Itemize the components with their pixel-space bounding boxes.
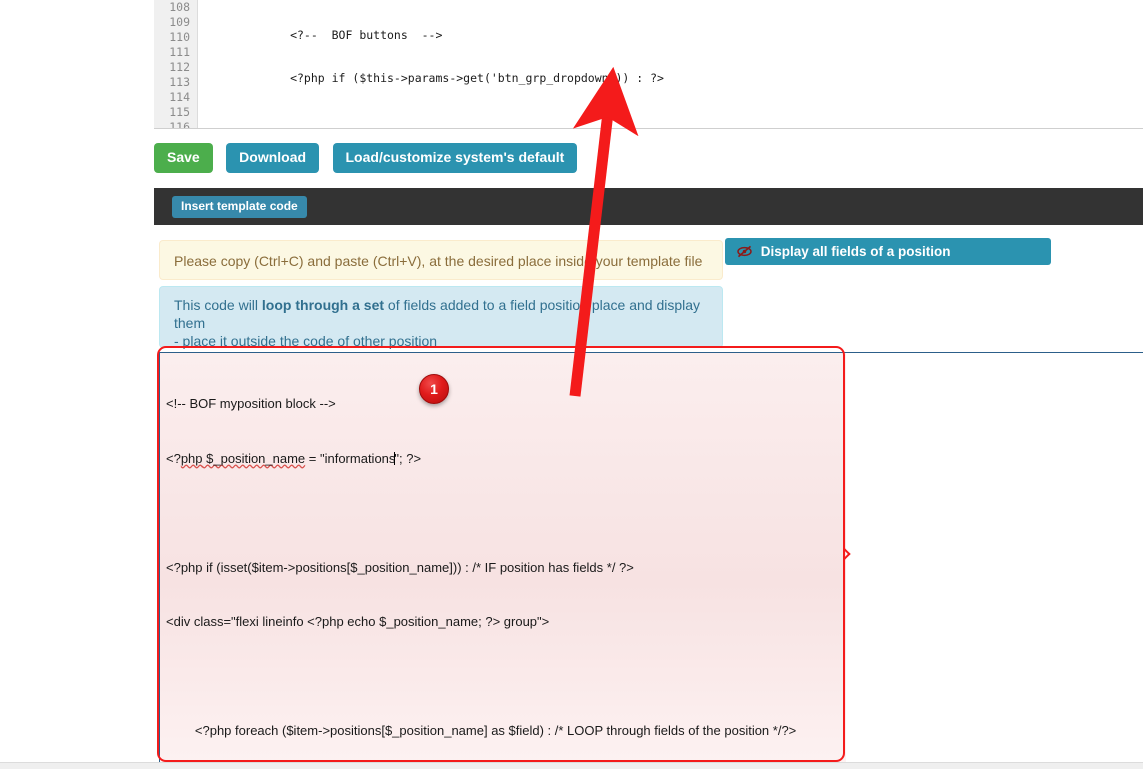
info-line-1: This code will loop through a set of fie… (174, 296, 708, 332)
info-line-2: - place it outside the code of other pos… (174, 333, 438, 349)
template-code-editor[interactable]: 108 109 110 111 112 113 114 115 116 <?--… (154, 0, 1143, 129)
snippet-position-value: = "informations (305, 450, 396, 466)
template-code-snippet-panel: <!-- BOF myposition block --> <?php $_po… (159, 352, 1143, 769)
code-line: <?php if ($this->params->get('btn_grp_dr… (207, 71, 664, 85)
editor-code-lines[interactable]: <?-- BOF buttons --> <?php if ($this->pa… (199, 0, 1143, 128)
page-root: 108 109 110 111 112 113 114 115 116 <?--… (0, 0, 1143, 769)
left-margin (0, 0, 154, 769)
snippet-position-var: $_position_name (202, 450, 306, 466)
gutter-line-number: 114 (169, 90, 190, 104)
snippet-line (166, 504, 836, 522)
load-system-default-button[interactable]: Load/customize system's default (332, 143, 578, 173)
gutter-line-number: 108 (169, 0, 190, 14)
gutter-line-number: 115 (169, 105, 190, 119)
action-button-row: Save Download Load/customize system's de… (154, 143, 586, 173)
info-line-1-strong: loop through a set (261, 297, 385, 313)
snippet-position-tail: "; ?> (394, 450, 422, 466)
info-line-1-part-a: This code will (174, 297, 262, 313)
gutter-line-number: 111 (169, 45, 190, 59)
insert-template-code-button[interactable]: Insert template code (172, 196, 307, 218)
editor-gutter: 108 109 110 111 112 113 114 115 116 (154, 0, 198, 129)
display-all-fields-button[interactable]: Display all fields of a position (725, 238, 1051, 265)
download-button[interactable]: Download (226, 143, 320, 173)
snippet-line-position-name: <?php $_position_name = "informations"; … (166, 450, 836, 468)
annotation-badge-1: 1 (419, 374, 449, 404)
save-button[interactable]: Save (154, 143, 213, 173)
snippet-open-tag: <? (166, 450, 181, 466)
snippet-line: <div class="flexi lineinfo <?php echo $_… (166, 614, 550, 630)
gutter-line-number: 109 (169, 15, 190, 29)
template-code-textarea[interactable]: <!-- BOF myposition block --> <?php $_po… (160, 353, 846, 769)
snippet-line: <!-- BOF myposition block --> (166, 396, 336, 412)
snippet-line: <?php if (isset($item->positions[$_posit… (166, 559, 634, 575)
gutter-line-number: 116 (169, 120, 190, 129)
code-line: <?-- BOF buttons --> (207, 28, 443, 42)
page-bottom-scrollbar[interactable] (0, 762, 1143, 769)
insert-template-code-bar: Insert template code (154, 188, 1143, 225)
gutter-line-number: 110 (169, 30, 190, 44)
eye-slash-icon (737, 240, 752, 267)
snippet-line: <?php foreach ($item->positions[$_positi… (166, 723, 797, 739)
copy-paste-instruction-alert: Please copy (Ctrl+C) and paste (Ctrl+V),… (159, 240, 723, 280)
display-all-fields-label: Display all fields of a position (760, 244, 951, 259)
gutter-line-number: 112 (169, 60, 190, 74)
snippet-line (166, 668, 836, 686)
gutter-line-number: 113 (169, 75, 190, 89)
loop-explanation-alert: This code will loop through a set of fie… (159, 286, 723, 367)
snippet-php-keyword: php (180, 450, 203, 466)
